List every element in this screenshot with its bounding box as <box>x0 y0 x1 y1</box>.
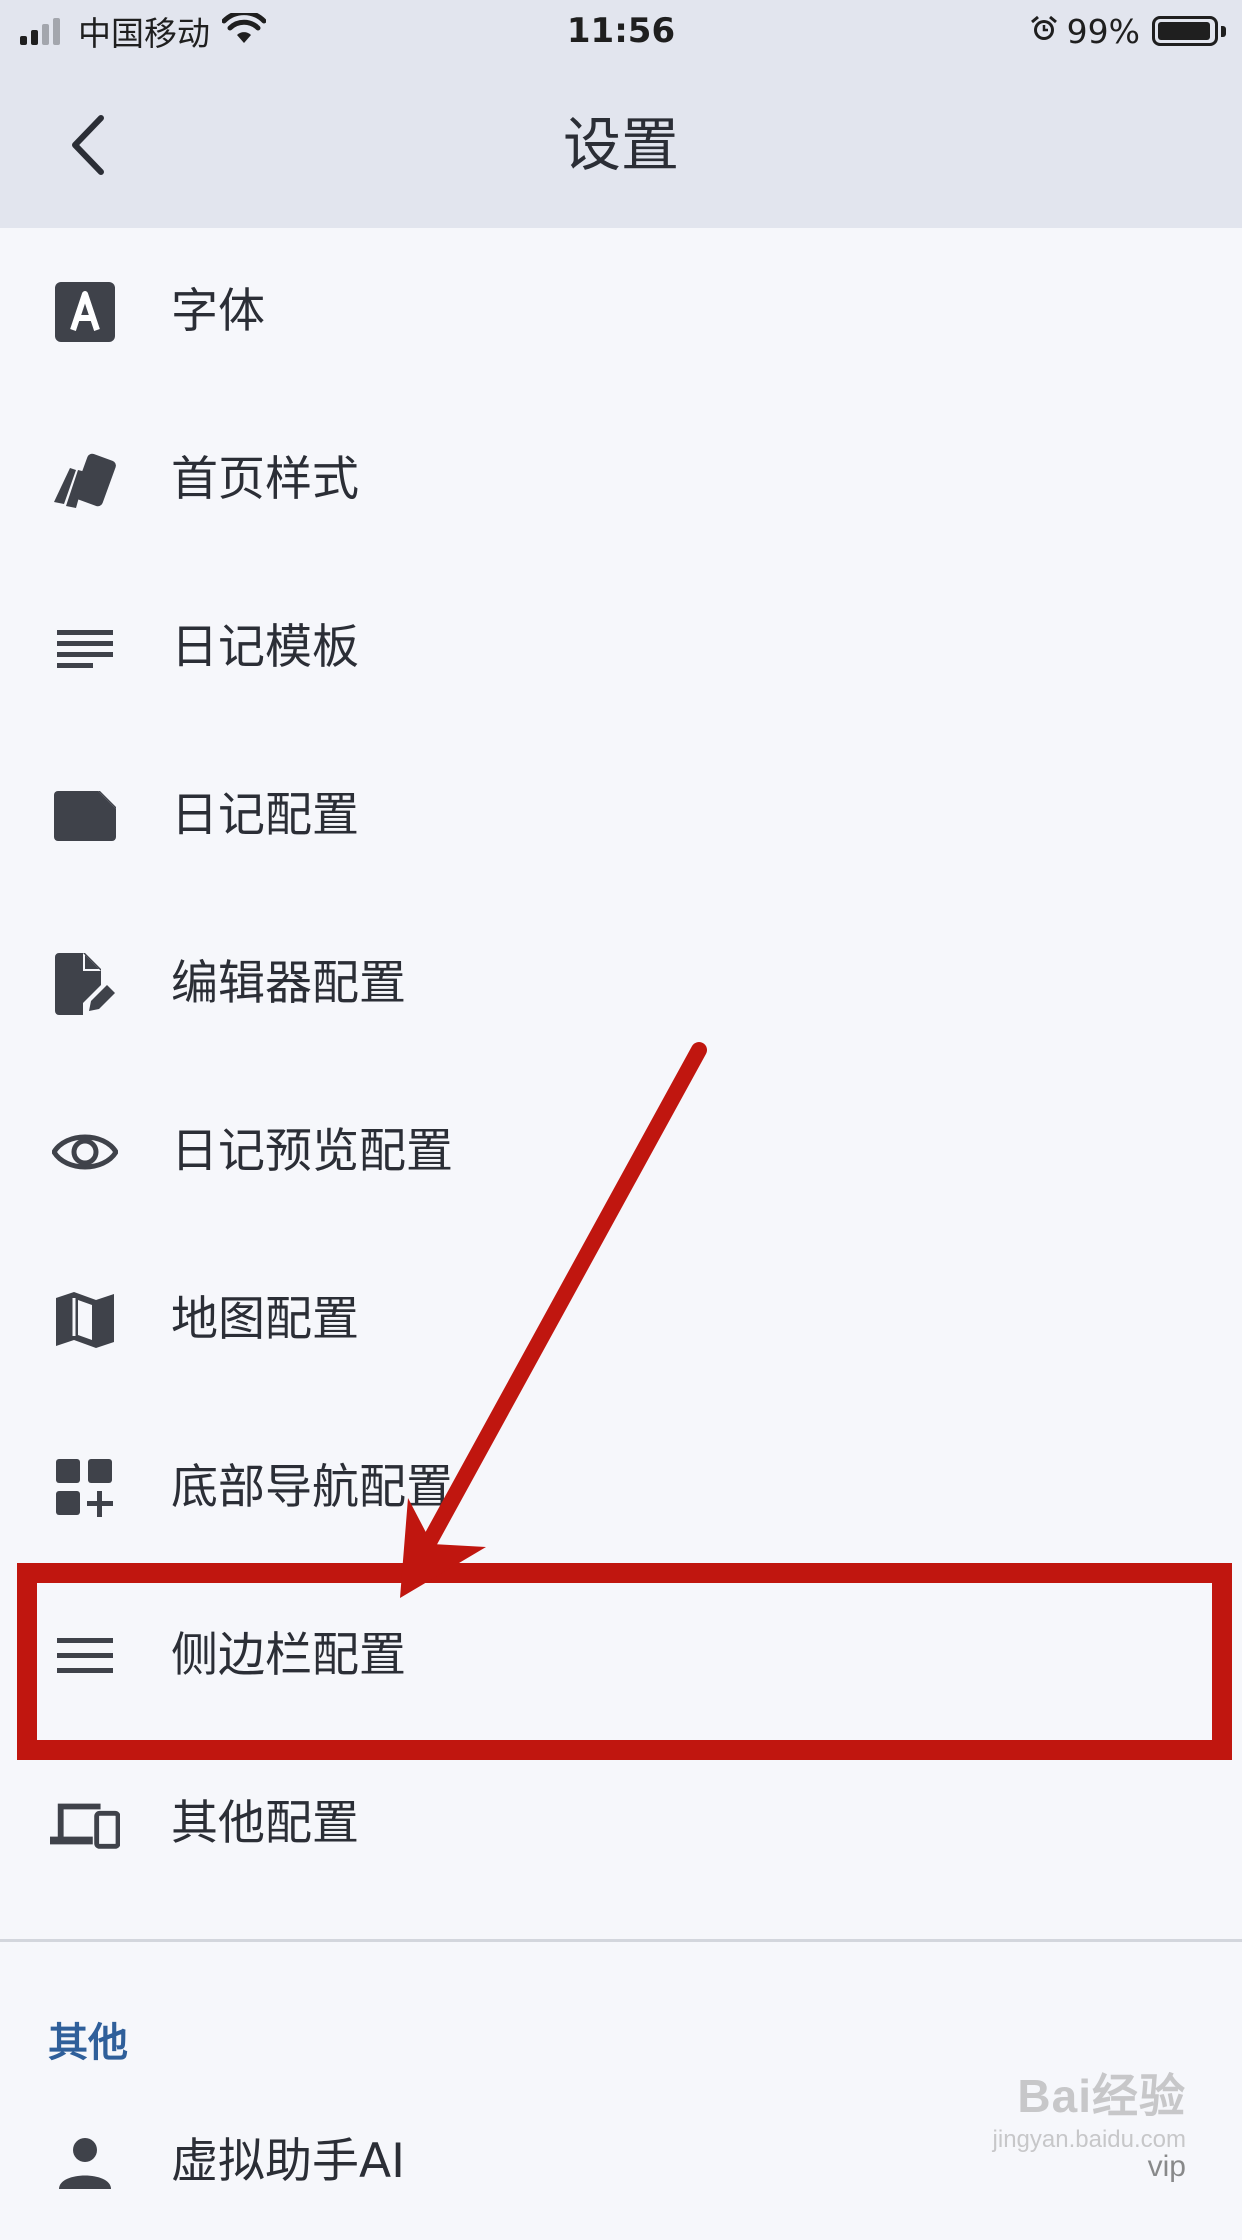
settings-item-label: 底部导航配置 <box>171 1460 453 1515</box>
settings-item-label: 日记配置 <box>171 788 359 843</box>
section-header-other: 其他 <box>48 2020 128 2066</box>
settings-item-diary-preview-config[interactable]: 日记预览配置 <box>0 1068 1242 1236</box>
settings-item-label: 编辑器配置 <box>171 956 406 1011</box>
settings-item-diary-template[interactable]: 日记模板 <box>0 564 1242 732</box>
eye-icon <box>50 1117 120 1187</box>
nav-bar: 设置 <box>0 62 1242 228</box>
settings-item-font[interactable]: 字体 <box>0 228 1242 396</box>
settings-item-diary-config[interactable]: 日记配置 <box>0 732 1242 900</box>
cards-icon <box>50 445 120 515</box>
page-title: 设置 <box>562 111 679 179</box>
settings-item-map-config[interactable]: 地图配置 <box>0 1236 1242 1404</box>
alarm-icon <box>1029 14 1059 48</box>
map-icon <box>50 1285 120 1355</box>
settings-item-home-style[interactable]: 首页样式 <box>0 396 1242 564</box>
battery-percent: 99% <box>1066 11 1140 51</box>
lines-icon <box>50 613 120 683</box>
status-bar: 中国移动 11:56 99% <box>0 0 1242 62</box>
back-button[interactable] <box>52 106 122 184</box>
settings-item-label: 字体 <box>171 284 265 339</box>
settings-item-label: 首页样式 <box>171 452 359 507</box>
settings-item-label: 侧边栏配置 <box>171 1628 406 1683</box>
watermark: Bai经验 jingyan.baidu.com vip <box>993 2060 1186 2184</box>
settings-item-editor-config[interactable]: 编辑器配置 <box>0 900 1242 1068</box>
note-icon <box>50 781 120 851</box>
settings-item-label: 日记模板 <box>171 620 359 675</box>
menu-icon <box>50 1621 120 1691</box>
settings-item-label: 其他配置 <box>171 1796 359 1851</box>
settings-list: 字体 首页样式 日记模板 日记配置 编辑器配置 日记预览配置 地图配置 底部导航… <box>0 228 1242 1908</box>
settings-item-label: 虚拟助手AI <box>171 2134 406 2189</box>
watermark-vip: vip <box>1147 2150 1186 2183</box>
settings-item-label: 日记预览配置 <box>171 1124 453 1179</box>
person-icon <box>50 2128 120 2198</box>
settings-item-bottom-nav-config[interactable]: 底部导航配置 <box>0 1404 1242 1572</box>
widgets-add-icon <box>50 1453 120 1523</box>
battery-icon <box>1152 16 1218 46</box>
edit-file-icon <box>50 949 120 1019</box>
devices-icon <box>50 1789 120 1859</box>
chevron-left-icon <box>72 115 104 175</box>
watermark-main: Bai经验 <box>1017 2070 1186 2122</box>
settings-item-label: 地图配置 <box>171 1292 359 1347</box>
status-right: 99% <box>1029 0 1226 62</box>
section-divider <box>0 1939 1242 1942</box>
settings-item-sidebar-config[interactable]: 侧边栏配置 <box>0 1572 1242 1740</box>
font-icon <box>50 277 120 347</box>
settings-item-other-config[interactable]: 其他配置 <box>0 1740 1242 1908</box>
